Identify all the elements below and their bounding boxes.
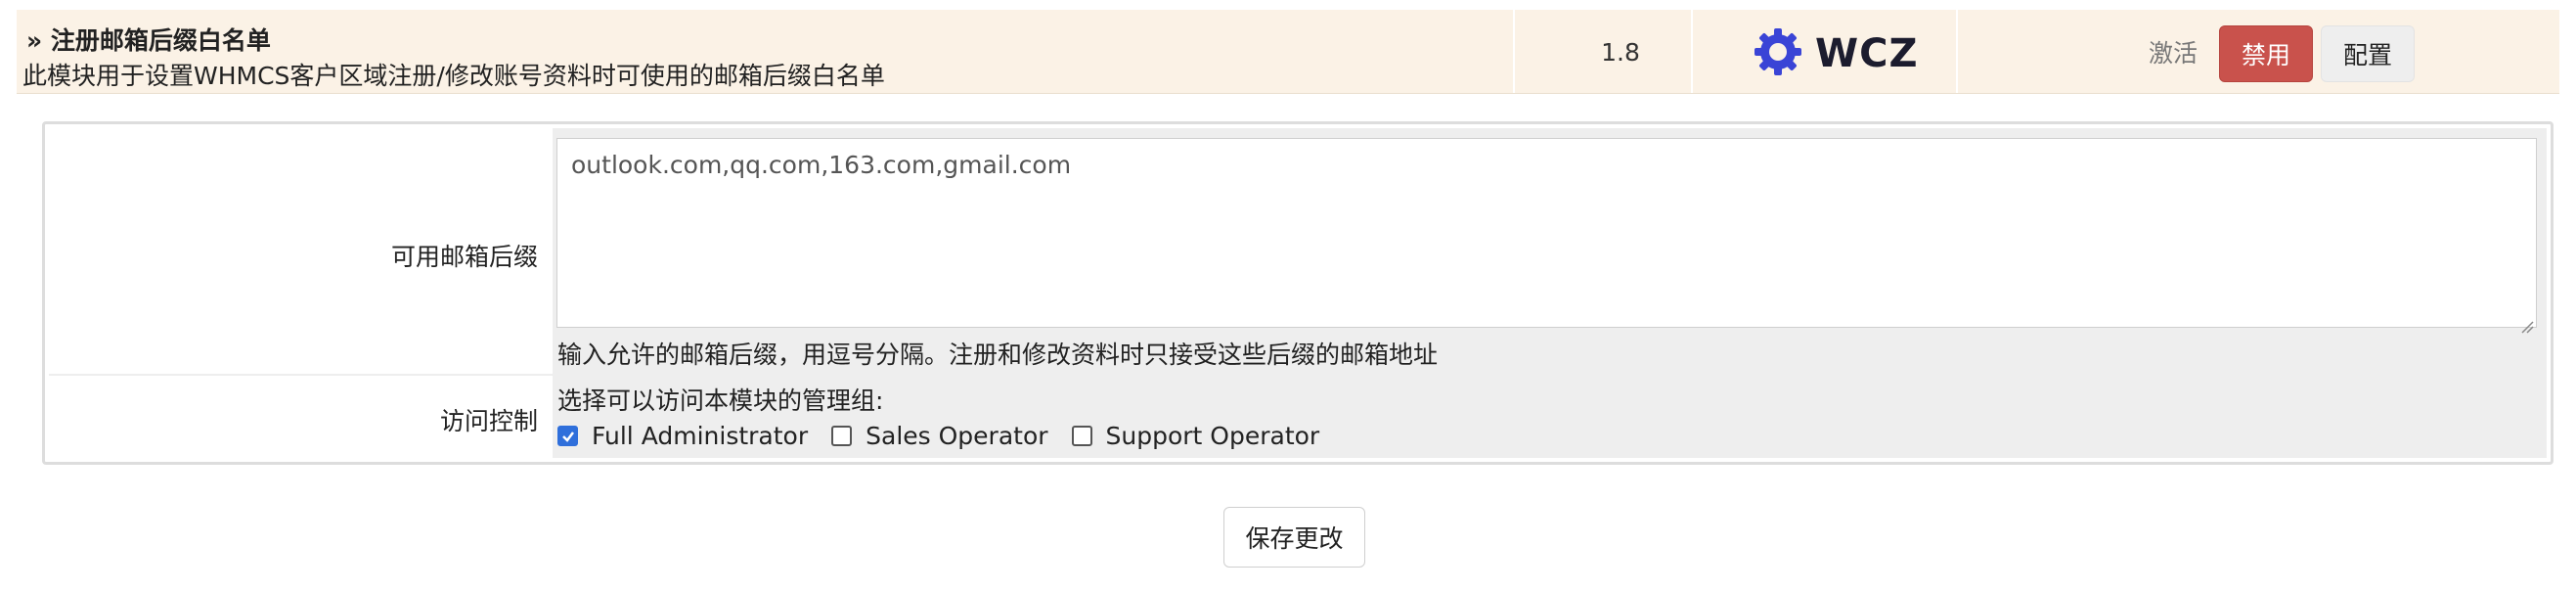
access-prompt: 选择可以访问本模块的管理组:: [557, 386, 884, 415]
logo-text: WCZ: [1815, 31, 1919, 76]
module-description: 此模块用于设置WHMCS客户区域注册/修改账号资料时可使用的邮箱后缀白名单: [22, 62, 885, 90]
cell-divider: [1956, 10, 1958, 93]
cropped-previous-row: [0, 0, 2576, 10]
access-control-label: 访问控制: [439, 407, 538, 435]
group-full-administrator[interactable]: Full Administrator: [557, 422, 808, 450]
config-table: 可用邮箱后缀 outlook.com,qq.com,163.com,gmail.…: [49, 128, 2547, 458]
resize-handle-icon[interactable]: [2520, 311, 2534, 334]
checkbox-unchecked-icon[interactable]: [831, 426, 853, 446]
cell-divider: [1513, 10, 1515, 93]
author-logo: WCZ: [1753, 27, 1918, 80]
cell-divider: [1691, 10, 1693, 93]
save-changes-button[interactable]: 保存更改: [1223, 507, 1365, 568]
suffix-textarea[interactable]: outlook.com,qq.com,163.com,gmail.com: [556, 138, 2537, 334]
module-title: » 注册邮箱后缀白名单: [26, 26, 271, 55]
activate-link[interactable]: 激活: [2139, 10, 2207, 94]
checkbox-unchecked-icon[interactable]: [1071, 426, 1092, 446]
group-label: Sales Operator: [866, 422, 1048, 450]
module-row: » 注册邮箱后缀白名单 此模块用于设置WHMCS客户区域注册/修改账号资料时可使…: [17, 10, 2559, 94]
group-sales-operator[interactable]: Sales Operator: [831, 422, 1048, 450]
suffix-value: outlook.com,qq.com,163.com,gmail.com: [571, 151, 1072, 179]
config-panel: 可用邮箱后缀 outlook.com,qq.com,163.com,gmail.…: [42, 121, 2554, 465]
group-label: Full Administrator: [592, 422, 809, 450]
group-support-operator[interactable]: Support Operator: [1071, 422, 1320, 450]
checkbox-checked-icon[interactable]: [557, 426, 578, 446]
admin-group-checkboxes: Full Administrator Sales Operator Suppor…: [557, 422, 1343, 450]
module-version: 1.8: [1601, 37, 1640, 67]
gear-logo-icon: [1753, 26, 1803, 81]
suffix-label: 可用邮箱后缀: [390, 243, 538, 271]
disable-button[interactable]: 禁用: [2219, 25, 2313, 82]
suffix-hint: 输入允许的邮箱后缀，用逗号分隔。注册和修改资料时只接受这些后缀的邮箱地址: [557, 341, 1439, 369]
config-button[interactable]: 配置: [2321, 25, 2415, 82]
group-label: Support Operator: [1105, 422, 1320, 450]
